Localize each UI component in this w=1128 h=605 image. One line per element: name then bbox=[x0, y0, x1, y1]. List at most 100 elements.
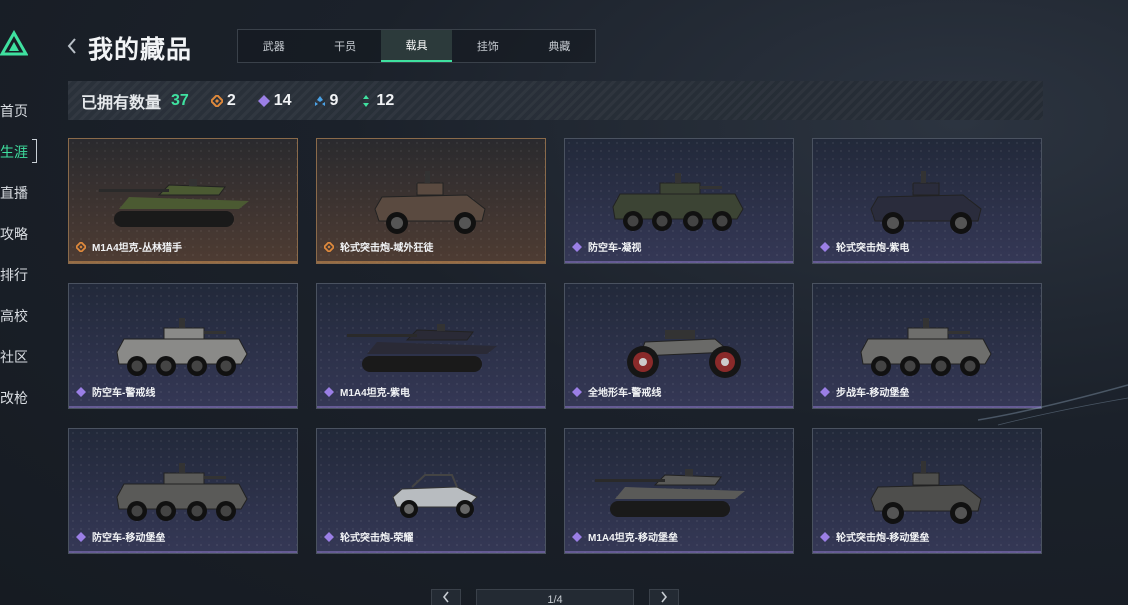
rarity-count-value: 12 bbox=[376, 91, 395, 109]
nav-item-home[interactable]: 首页 bbox=[0, 90, 40, 131]
vehicle-image bbox=[374, 171, 486, 234]
orange-rarity-icon bbox=[324, 241, 334, 252]
purple-rarity-icon bbox=[820, 531, 830, 542]
vehicle-name: 防空车-移动堡垒 bbox=[76, 529, 165, 544]
card-rarity-strip bbox=[813, 261, 1041, 263]
purple-rarity-icon bbox=[324, 531, 334, 542]
vehicle-name-text: 轮式突击炮-荣耀 bbox=[340, 533, 414, 544]
category-tabs: 武器 干员 载具 挂饰 典藏 bbox=[237, 29, 596, 63]
vehicle-card[interactable]: 防空车-移动堡垒 bbox=[68, 428, 298, 554]
vehicle-image bbox=[595, 469, 745, 517]
vehicle-name: 轮式突击炮-域外狂徒 bbox=[324, 239, 433, 254]
rarity-count-purple: 14 bbox=[257, 92, 292, 110]
vehicle-card[interactable]: 轮式突击炮-紫电 bbox=[812, 138, 1042, 264]
rarity-count-blue: 9 bbox=[314, 91, 339, 110]
rarity-count-orange: 2 bbox=[210, 91, 236, 110]
tab-collection[interactable]: 典藏 bbox=[524, 30, 595, 62]
vehicle-name: 防空车-警戒线 bbox=[76, 384, 155, 399]
tab-charms[interactable]: 挂饰 bbox=[452, 30, 523, 62]
purple-rarity-icon bbox=[257, 94, 270, 107]
orange-rarity-icon bbox=[210, 94, 223, 107]
purple-rarity-icon bbox=[572, 241, 582, 252]
vehicle-image bbox=[627, 330, 741, 378]
vehicle-image bbox=[860, 318, 992, 376]
pagination: 1/4 bbox=[0, 589, 1128, 605]
rarity-count-value: 9 bbox=[329, 91, 339, 109]
back-button[interactable] bbox=[66, 37, 78, 61]
owned-count-bar: 已拥有数量 37 2 14 9 12 bbox=[68, 81, 1043, 120]
vehicle-name: 轮式突击炮-荣耀 bbox=[324, 529, 413, 544]
green-rarity-icon bbox=[363, 94, 370, 107]
vehicle-name-text: M1A4坦克-紫电 bbox=[340, 388, 411, 399]
card-rarity-strip bbox=[317, 551, 545, 553]
blue-rarity-icon bbox=[314, 95, 325, 106]
rarity-count-green: 12 bbox=[360, 92, 394, 110]
vehicle-card[interactable]: M1A4坦克-移动堡垒 bbox=[564, 428, 794, 554]
purple-rarity-icon bbox=[572, 386, 582, 397]
card-rarity-strip bbox=[565, 406, 793, 408]
vehicle-card[interactable]: M1A4坦克-丛林猎手 bbox=[68, 138, 298, 264]
purple-rarity-icon bbox=[820, 386, 830, 397]
purple-rarity-icon bbox=[324, 386, 334, 397]
card-rarity-strip bbox=[565, 261, 793, 263]
page-title: 我的藏品 bbox=[88, 36, 193, 64]
vehicle-name: M1A4坦克-移动堡垒 bbox=[572, 529, 678, 544]
app-logo-icon bbox=[0, 30, 28, 56]
vehicle-name-text: 防空车-警戒线 bbox=[92, 388, 156, 399]
card-rarity-strip bbox=[69, 551, 297, 553]
nav-item-live[interactable]: 直播 bbox=[0, 172, 40, 213]
vehicle-card[interactable]: 轮式突击炮-移动堡垒 bbox=[812, 428, 1042, 554]
card-rarity-strip bbox=[813, 551, 1041, 553]
purple-rarity-icon bbox=[76, 386, 86, 397]
tab-vehicles[interactable]: 载具 bbox=[380, 30, 453, 62]
vehicle-name: M1A4坦克-丛林猎手 bbox=[76, 239, 182, 254]
prev-page-button[interactable] bbox=[431, 589, 461, 605]
nav-item-ranking[interactable]: 排行 bbox=[0, 254, 40, 295]
nav-item-community[interactable]: 社区 bbox=[0, 336, 40, 377]
vehicle-image bbox=[392, 474, 478, 518]
chevron-left-icon bbox=[442, 591, 449, 603]
vehicle-name: 全地形车-警戒线 bbox=[572, 384, 661, 399]
owned-count-label: 已拥有数量 bbox=[81, 94, 162, 112]
card-rarity-strip bbox=[565, 551, 793, 553]
vehicle-name-text: 轮式突击炮-紫电 bbox=[836, 243, 910, 254]
chevron-right-icon bbox=[661, 591, 668, 603]
vehicle-name: 轮式突击炮-移动堡垒 bbox=[820, 529, 929, 544]
rarity-count-value: 2 bbox=[226, 91, 236, 109]
tab-weapons[interactable]: 武器 bbox=[238, 30, 309, 62]
nav-item-gunsmith[interactable]: 改枪 bbox=[0, 377, 40, 418]
chevron-left-icon bbox=[67, 38, 76, 54]
vehicle-name: 防空车-凝视 bbox=[572, 239, 641, 254]
card-rarity-strip bbox=[69, 261, 297, 263]
vehicle-name: M1A4坦克-紫电 bbox=[324, 384, 410, 399]
tab-operators[interactable]: 干员 bbox=[309, 30, 380, 62]
vehicle-name: 轮式突击炮-紫电 bbox=[820, 239, 909, 254]
vehicle-image bbox=[99, 179, 249, 227]
vehicle-image bbox=[347, 324, 497, 372]
orange-rarity-icon bbox=[76, 241, 86, 252]
vehicle-image bbox=[116, 318, 248, 376]
vehicle-name-text: M1A4坦克-丛林猎手 bbox=[92, 243, 183, 254]
vehicle-card[interactable]: 轮式突击炮-荣耀 bbox=[316, 428, 546, 554]
vehicle-card[interactable]: 全地形车-警戒线 bbox=[564, 283, 794, 409]
nav-item-guide[interactable]: 攻略 bbox=[0, 213, 40, 254]
next-page-button[interactable] bbox=[649, 589, 679, 605]
purple-rarity-icon bbox=[572, 531, 582, 542]
vehicle-name-text: M1A4坦克-移动堡垒 bbox=[588, 533, 679, 544]
light-streak-decoration bbox=[978, 384, 1128, 426]
nav-item-college[interactable]: 高校 bbox=[0, 295, 40, 336]
vehicle-card[interactable]: 防空车-凝视 bbox=[564, 138, 794, 264]
nav-item-career[interactable]: 生涯 bbox=[0, 131, 40, 172]
vehicle-name-text: 全地形车-警戒线 bbox=[588, 388, 662, 399]
vehicle-card[interactable]: M1A4坦克-紫电 bbox=[316, 283, 546, 409]
vehicle-image bbox=[116, 463, 248, 521]
vehicle-card[interactable]: 防空车-警戒线 bbox=[68, 283, 298, 409]
card-rarity-strip bbox=[69, 406, 297, 408]
vehicle-card[interactable]: 轮式突击炮-域外狂徒 bbox=[316, 138, 546, 264]
vehicle-image bbox=[870, 461, 982, 524]
vehicle-name-text: 防空车-凝视 bbox=[588, 243, 642, 254]
owned-count-total: 37 bbox=[171, 91, 189, 109]
side-nav: 首页 生涯 直播 攻略 排行 高校 社区 改枪 bbox=[0, 90, 40, 418]
purple-rarity-icon bbox=[76, 531, 86, 542]
card-rarity-strip bbox=[317, 406, 545, 408]
